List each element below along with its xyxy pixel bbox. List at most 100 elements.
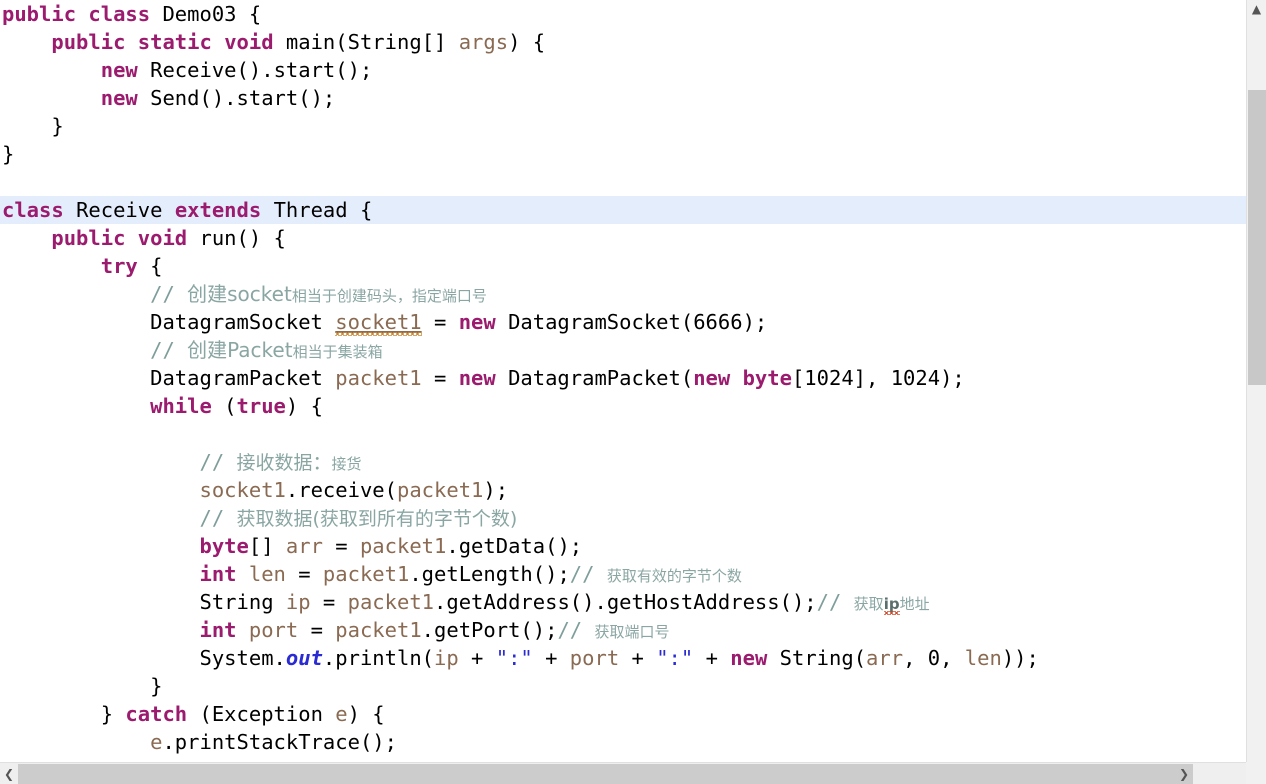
code-line-blank[interactable]: [0, 168, 1246, 196]
variable-e[interactable]: e: [150, 730, 162, 754]
variable-packet1[interactable]: packet1: [360, 534, 446, 558]
string-literal-colon: ":": [495, 646, 533, 670]
code-line[interactable]: public class Demo03 {: [0, 0, 1246, 28]
code-editor-window: public class Demo03 { public static void…: [0, 0, 1266, 784]
method-gethostaddress: getHostAddress: [606, 590, 780, 614]
type-send: Send: [150, 86, 200, 110]
chevron-up-icon: ▲: [1251, 2, 1262, 16]
code-line-comment[interactable]: // 创建socket相当于创建码头，指定端口号: [0, 280, 1246, 308]
type-datagramsocket: DatagramSocket: [150, 310, 323, 334]
keyword-int: int: [199, 562, 237, 586]
code-line[interactable]: }: [0, 140, 1246, 168]
comment-misspelled-word: ip: [883, 595, 900, 613]
horizontal-scrollbar[interactable]: ❮ ❯: [0, 762, 1246, 784]
param-args: args: [458, 30, 509, 54]
code-line[interactable]: new Send().start();: [0, 84, 1246, 112]
code-line[interactable]: int port = packet1.getPort();// 获取端口号: [0, 616, 1246, 644]
vertical-scrollbar[interactable]: ▲: [1246, 0, 1266, 762]
code-line[interactable]: }: [0, 112, 1246, 140]
code-line[interactable]: int len = packet1.getLength();// 获取有效的字节…: [0, 560, 1246, 588]
variable-e[interactable]: e: [335, 702, 347, 726]
code-line[interactable]: } catch (Exception e) {: [0, 700, 1246, 728]
comment-text-primary: 创建Packet: [187, 338, 293, 362]
code-line[interactable]: byte[] arr = packet1.getData();: [0, 532, 1246, 560]
code-line[interactable]: while (true) {: [0, 392, 1246, 420]
variable-socket1[interactable]: socket1: [199, 478, 285, 502]
type-datagrampacket: DatagramPacket: [508, 366, 681, 390]
comment-text-secondary: 获取有效的字节个数: [606, 567, 742, 585]
method-getlength: getLength: [421, 562, 533, 586]
type-name: Demo03: [162, 2, 237, 26]
code-line[interactable]: socket1.receive(packet1);: [0, 476, 1246, 504]
keyword-new: new: [100, 58, 138, 82]
keyword-class: class: [88, 2, 151, 26]
code-line[interactable]: public void run() {: [0, 224, 1246, 252]
keyword-new: new: [458, 310, 496, 334]
comment-slashes: //: [199, 450, 225, 474]
scroll-right-button[interactable]: ❯: [1175, 763, 1193, 784]
code-line-comment[interactable]: // 接收数据：接货: [0, 448, 1246, 476]
code-line[interactable]: new Receive().start();: [0, 56, 1246, 84]
number-buffer-size: 1024: [804, 366, 854, 390]
method-run: run: [199, 226, 237, 250]
method-getdata: getData: [458, 534, 546, 558]
variable-socket1[interactable]: socket1: [335, 310, 421, 334]
keyword-new: new: [693, 366, 731, 390]
comment-text-secondary: 地址: [899, 595, 930, 613]
variable-ip[interactable]: ip: [286, 590, 311, 614]
method-getport: getPort: [434, 618, 521, 642]
code-line-current[interactable]: class Receive extends Thread {: [0, 196, 1246, 224]
code-line[interactable]: DatagramPacket packet1 = new DatagramPac…: [0, 364, 1246, 392]
code-line[interactable]: }: [0, 672, 1246, 700]
code-line[interactable]: public static void main(String[] args) {: [0, 28, 1246, 56]
keyword-public: public: [2, 2, 77, 26]
scroll-left-button[interactable]: ❮: [0, 763, 18, 784]
method-receive: receive: [298, 478, 385, 502]
variable-packet1[interactable]: packet1: [397, 478, 483, 502]
variable-port[interactable]: port: [570, 646, 619, 670]
code-line-comment[interactable]: // 创建Packet相当于集装箱: [0, 336, 1246, 364]
keyword-void: void: [224, 30, 274, 54]
number-port: 6666: [693, 310, 743, 334]
horizontal-scrollbar-thumb[interactable]: [18, 764, 1193, 784]
comment-text-secondary: 相当于创建码头，指定端口号: [291, 287, 487, 305]
type-string: String: [779, 646, 854, 670]
keyword-byte: byte: [742, 366, 792, 390]
code-line[interactable]: DatagramSocket socket1 = new DatagramSoc…: [0, 308, 1246, 336]
keyword-new: new: [458, 366, 496, 390]
comment-text-secondary: 获取: [853, 595, 884, 613]
variable-port[interactable]: port: [249, 618, 298, 642]
code-line[interactable]: e.printStackTrace();: [0, 728, 1246, 756]
scroll-down-button[interactable]: [1247, 744, 1266, 762]
keyword-new: new: [100, 86, 138, 110]
variable-arr[interactable]: arr: [866, 646, 903, 670]
comment-text-primary: 获取数据(获取到所有的字节个数): [236, 508, 518, 530]
variable-len[interactable]: len: [965, 646, 1002, 670]
keyword-public: public: [51, 226, 126, 250]
variable-packet1[interactable]: packet1: [335, 366, 421, 390]
variable-packet1[interactable]: packet1: [323, 562, 409, 586]
keyword-new: new: [730, 646, 768, 670]
method-getaddress: getAddress: [446, 590, 570, 614]
code-line[interactable]: String ip = packet1.getAddress().getHost…: [0, 588, 1246, 616]
code-line-comment[interactable]: // 获取数据(获取到所有的字节个数): [0, 504, 1246, 532]
method-start: start: [236, 86, 299, 110]
variable-packet1[interactable]: packet1: [348, 590, 434, 614]
code-line-blank[interactable]: [0, 420, 1246, 448]
type-datagrampacket: DatagramPacket: [150, 366, 323, 390]
vertical-scrollbar-thumb[interactable]: [1248, 90, 1266, 385]
type-thread: Thread: [273, 198, 348, 222]
comment-text-secondary: 获取端口号: [594, 623, 670, 641]
code-line[interactable]: try {: [0, 252, 1246, 280]
type-datagramsocket: DatagramSocket: [508, 310, 681, 334]
keyword-class: class: [2, 198, 64, 222]
variable-ip[interactable]: ip: [434, 646, 459, 670]
scroll-up-button[interactable]: ▲: [1247, 0, 1266, 18]
code-line[interactable]: System.out.println(ip + ":" + port + ":"…: [0, 644, 1246, 672]
method-start: start: [273, 58, 336, 82]
comment-slashes: //: [569, 562, 595, 586]
code-text-area[interactable]: public class Demo03 { public static void…: [0, 0, 1246, 762]
variable-len[interactable]: len: [249, 562, 286, 586]
variable-arr[interactable]: arr: [286, 534, 323, 558]
variable-packet1[interactable]: packet1: [335, 618, 421, 642]
